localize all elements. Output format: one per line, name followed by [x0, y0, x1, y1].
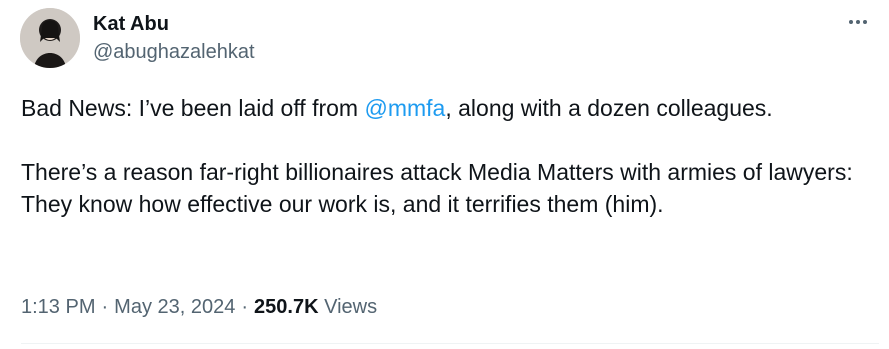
mention-link[interactable]: @mmfa: [364, 95, 445, 121]
tweet-text-after-mention: , along with a dozen colleagues.: [445, 95, 773, 121]
more-dot: [849, 20, 853, 24]
author-handle[interactable]: @abughazalehkat: [93, 40, 255, 64]
tweet-date[interactable]: May 23, 2024: [114, 296, 235, 318]
tweet-text: Bad News: I’ve been laid off from @mmfa,…: [21, 92, 881, 220]
more-dot: [863, 20, 867, 24]
tweet-card: Kat Abu @abughazalehkat Bad News: I’ve b…: [0, 0, 889, 349]
tweet-paragraph-2: There’s a reason far-right billionaires …: [21, 159, 853, 217]
tweet-meta: 1:13 PM · May 23, 2024 · 250.7K Views: [21, 295, 377, 319]
more-icon[interactable]: [840, 8, 876, 36]
views-count: 250.7K: [254, 296, 319, 318]
more-dot: [856, 20, 860, 24]
meta-separator: ·: [101, 296, 109, 318]
tweet-text-before-mention: Bad News: I’ve been laid off from: [21, 95, 365, 121]
avatar[interactable]: [20, 8, 80, 68]
tweet-time[interactable]: 1:13 PM: [21, 296, 95, 318]
views-label: Views: [324, 296, 378, 318]
meta-separator: ·: [241, 296, 249, 318]
divider: [21, 343, 879, 344]
author-name[interactable]: Kat Abu: [93, 12, 169, 36]
tweet-paragraph-1: Bad News: I’ve been laid off from @mmfa,…: [21, 92, 881, 124]
